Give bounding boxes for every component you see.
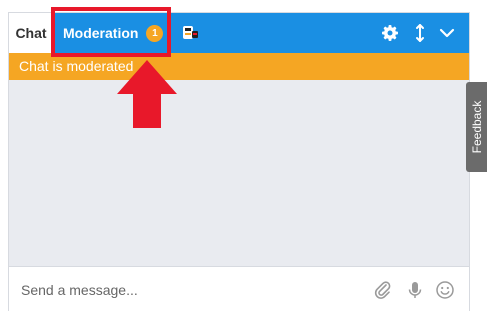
popout-icon[interactable] — [410, 23, 430, 43]
tab-chat[interactable]: Chat — [9, 13, 53, 53]
message-area — [9, 80, 469, 265]
chevron-down-icon[interactable] — [437, 23, 457, 43]
up-arrow-annotation — [117, 60, 177, 128]
microphone-icon[interactable] — [405, 280, 425, 300]
highlight-box — [51, 7, 171, 57]
feedback-tab[interactable]: Feedback — [466, 82, 487, 172]
moderation-status-bar: Chat is moderated — [9, 53, 469, 80]
smiley-icon[interactable] — [435, 280, 455, 300]
message-composer — [9, 266, 469, 312]
paperclip-icon[interactable] — [373, 280, 393, 300]
gear-icon[interactable] — [380, 23, 400, 43]
message-input[interactable] — [21, 279, 361, 301]
feedback-label: Feedback — [469, 100, 484, 154]
app-logo-icon[interactable] — [181, 25, 199, 41]
